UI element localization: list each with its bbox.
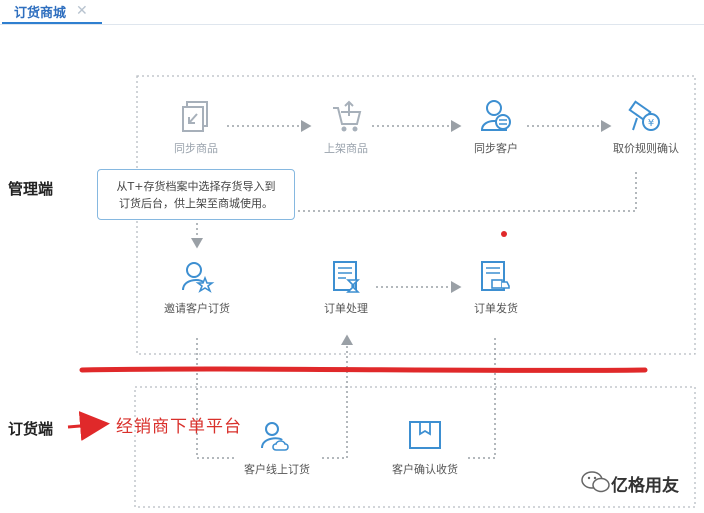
box-icon xyxy=(409,421,441,449)
online-order-icon xyxy=(261,422,289,451)
order-process-icon xyxy=(333,261,360,293)
node-sync-customers[interactable]: 同步客户 xyxy=(474,140,518,156)
sync-customer-icon xyxy=(480,100,511,131)
section-label-order: 订货端 xyxy=(8,420,54,438)
arrow-ship-to-confirm xyxy=(466,338,496,459)
red-dot xyxy=(501,231,507,237)
invite-customer-icon xyxy=(182,262,215,293)
node-invite[interactable]: 邀请客户订货 xyxy=(164,300,230,316)
callout-line-2: 订货后台，供上架至商城使用。 xyxy=(119,197,273,210)
callout-tooltip: 从T+存货档案中选择存货导入到 订货后台，供上架至商城使用。 xyxy=(97,169,295,220)
wechat-icon xyxy=(581,471,610,493)
sync-goods-icon xyxy=(182,101,208,132)
svg-text:¥: ¥ xyxy=(648,118,654,129)
node-order-process[interactable]: 订单处理 xyxy=(324,300,368,316)
node-price-rule[interactable]: 取价规则确认 xyxy=(613,140,679,156)
node-online-order[interactable]: 客户线上订货 xyxy=(244,461,310,477)
cart-icon xyxy=(333,100,362,132)
arrow-invite-to-online xyxy=(196,338,234,459)
annotation-text: 经销商下单平台 xyxy=(116,417,242,437)
order-ship-icon xyxy=(481,261,510,291)
watermark-text: 亿格用友 xyxy=(611,476,679,496)
red-arrow xyxy=(67,411,110,441)
flow-diagram: ¥ xyxy=(67,75,696,508)
node-order-ship[interactable]: 订单发货 xyxy=(474,300,518,316)
section-label-admin: 管理端 xyxy=(8,180,54,198)
callout-line-1: 从T+存货档案中选择存货导入到 xyxy=(116,180,276,193)
price-rule-icon: ¥ xyxy=(628,100,660,131)
red-divider xyxy=(79,366,648,373)
node-confirm-receipt[interactable]: 客户确认收货 xyxy=(392,461,458,477)
node-sync-goods[interactable]: 同步商品 xyxy=(174,140,218,156)
node-list-goods[interactable]: 上架商品 xyxy=(324,140,368,156)
